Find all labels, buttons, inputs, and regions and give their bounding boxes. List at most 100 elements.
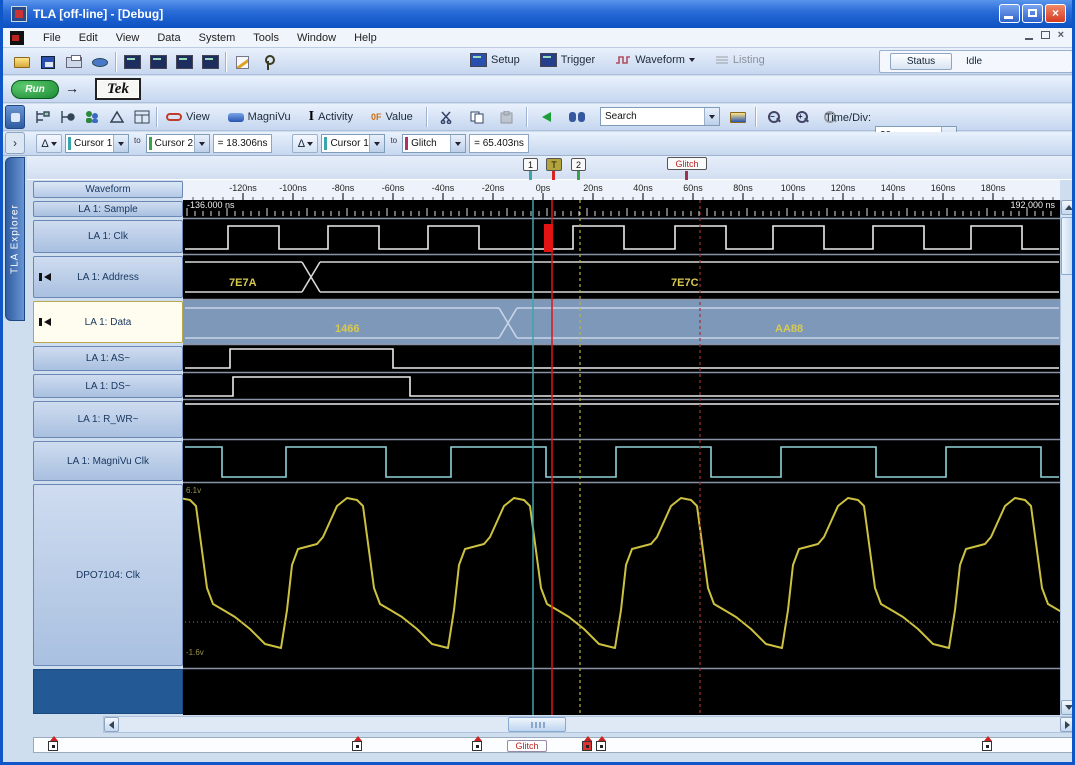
search-options-button[interactable] (727, 107, 749, 127)
title-bar[interactable]: TLA [off-line] - [Debug] × (3, 0, 1072, 28)
open-file-button[interactable] (11, 52, 33, 72)
view-button[interactable]: View (161, 109, 215, 125)
dropdown-button[interactable] (113, 135, 128, 152)
zoom-out-button[interactable]: − (763, 107, 785, 127)
waveform-row-label[interactable]: LA 1: Sample (33, 201, 183, 217)
horizontal-scroll-thumb[interactable] (508, 717, 566, 732)
cut-button[interactable] (436, 107, 458, 127)
overview-marker-flag[interactable] (596, 736, 606, 751)
cursor2-marker-tag[interactable]: 2 (571, 158, 586, 171)
time-ruler[interactable]: -120ns -100ns -80ns -60ns -40ns -20ns 0ps 20ns 4… (183, 180, 1060, 200)
edit-properties-button[interactable] (231, 52, 253, 72)
search-combobox[interactable]: Search (600, 107, 720, 126)
delta-time-button[interactable] (106, 107, 128, 127)
cursor-from-combobox-2[interactable]: Cursor 1 (321, 134, 386, 153)
overview-marker-flag[interactable] (582, 736, 592, 751)
setup-button[interactable]: Setup (465, 51, 525, 69)
listing-window-button[interactable] (199, 52, 221, 72)
mdi-minimize-icon[interactable] (1024, 38, 1033, 40)
add-signal-button[interactable] (56, 107, 78, 127)
magnivu-button[interactable]: MagniVu (223, 109, 296, 125)
activity-button[interactable]: I Activity (304, 107, 358, 127)
dropdown-button[interactable] (193, 135, 209, 152)
explorer-collapse-icon[interactable]: › (5, 132, 25, 154)
menu-item-window[interactable]: Window (288, 30, 345, 46)
delta-measure-button-2[interactable]: Δ (292, 134, 319, 153)
scroll-right-button[interactable] (1060, 717, 1072, 732)
setup-window-button[interactable] (121, 52, 143, 72)
waveform-row-label[interactable]: LA 1: AS~ (33, 346, 183, 371)
cursor1-marker-tag[interactable]: 1 (523, 158, 538, 171)
waveform-canvas[interactable]: -136.000 ns 192.000 ns 7E7A 7E7C 1466 AA88 6.1… (113, 200, 1072, 715)
menu-item-help[interactable]: Help (345, 30, 386, 46)
search-dropdown-button[interactable] (704, 108, 719, 125)
vertical-scrollbar[interactable] (1060, 200, 1072, 715)
glitch-overview-tag[interactable]: Glitch (507, 740, 547, 752)
glitch-marker-tag[interactable]: Glitch (667, 157, 707, 170)
zoom-in-button[interactable]: + (791, 107, 813, 127)
trigger-window-button[interactable] (147, 52, 169, 72)
overview-marker-flag[interactable] (352, 736, 362, 751)
vertical-scroll-thumb[interactable] (1061, 217, 1072, 275)
marker-overview-bar[interactable]: Glitch (33, 736, 1072, 753)
listing-button[interactable]: Listing (710, 52, 770, 68)
save-button[interactable] (37, 52, 59, 72)
minimize-button[interactable] (999, 4, 1020, 23)
waveform-window-button[interactable] (173, 52, 195, 72)
scroll-down-button[interactable] (1061, 700, 1072, 715)
explorer-stub-icon[interactable] (5, 105, 25, 129)
waveform-row-label[interactable]: LA 1: Data (33, 301, 183, 343)
delta-measure-button[interactable]: Δ (36, 134, 62, 153)
overview-marker-flag[interactable] (48, 736, 58, 751)
group-button[interactable] (81, 107, 103, 127)
ruler-tick-label: 140ns (881, 183, 906, 193)
run-button[interactable]: Run (11, 80, 59, 99)
menu-item-system[interactable]: System (190, 30, 245, 46)
waveform-row-label[interactable]: LA 1: MagniVu Clk (33, 441, 183, 481)
waveform-row-label[interactable]: LA 1: Clk (33, 220, 183, 253)
menu-item-data[interactable]: Data (148, 30, 189, 46)
waveform-row-label[interactable]: LA 1: Address (33, 256, 183, 298)
glitch-to-combobox[interactable]: Glitch (402, 134, 467, 153)
add-group-button[interactable] (31, 107, 53, 127)
overview-marker-flag[interactable] (982, 736, 992, 751)
properties-button[interactable] (131, 107, 153, 127)
scroll-up-button[interactable] (1061, 200, 1072, 215)
bus-group-icon[interactable] (39, 272, 52, 282)
menu-item-file[interactable]: File (34, 30, 70, 46)
value-button[interactable]: 0F Value (366, 109, 418, 125)
waveform-column-header[interactable]: Waveform (33, 181, 183, 198)
cursor-to-combobox[interactable]: Cursor 2 (145, 134, 210, 153)
comm-button[interactable] (89, 52, 111, 72)
mdi-close-icon[interactable]: × (1058, 30, 1064, 41)
trigger-window-icon (149, 55, 167, 69)
trigger-button[interactable]: Trigger (535, 51, 600, 69)
tla-explorer-tab[interactable]: TLA Explorer (5, 157, 25, 321)
waveform-button[interactable]: Waveform (610, 52, 700, 68)
mdi-restore-icon[interactable] (1040, 31, 1050, 39)
lock-button[interactable] (257, 52, 279, 72)
waveform-row-label[interactable]: DPO7104: Clk (33, 484, 183, 666)
dropdown-button[interactable] (369, 135, 385, 152)
dropdown-button[interactable] (450, 135, 466, 152)
find-button[interactable] (566, 107, 588, 127)
waveform-row-label[interactable]: LA 1: R_WR~ (33, 401, 183, 438)
overview-marker-flag[interactable] (472, 736, 482, 751)
bus-group-icon[interactable] (39, 317, 52, 327)
trigger-marker-tag[interactable]: T (546, 158, 562, 171)
close-button[interactable]: × (1045, 4, 1066, 23)
waveform-row-label[interactable]: LA 1: DS~ (33, 374, 183, 398)
print-button[interactable] (63, 52, 85, 72)
horizontal-scrollbar[interactable] (103, 716, 1072, 733)
scroll-left-button[interactable] (104, 717, 119, 732)
paste-button[interactable] (496, 107, 518, 127)
copy-button[interactable] (466, 107, 488, 127)
status-button[interactable]: Status (890, 53, 952, 70)
search-prev-button[interactable] (536, 107, 558, 127)
menu-item-tools[interactable]: Tools (244, 30, 288, 46)
restore-button[interactable] (1022, 4, 1043, 23)
menu-item-view[interactable]: View (107, 30, 149, 46)
cursor-from-combobox[interactable]: Cursor 1 (65, 134, 129, 153)
menu-item-edit[interactable]: Edit (70, 30, 107, 46)
listing-window-icon (201, 55, 219, 69)
